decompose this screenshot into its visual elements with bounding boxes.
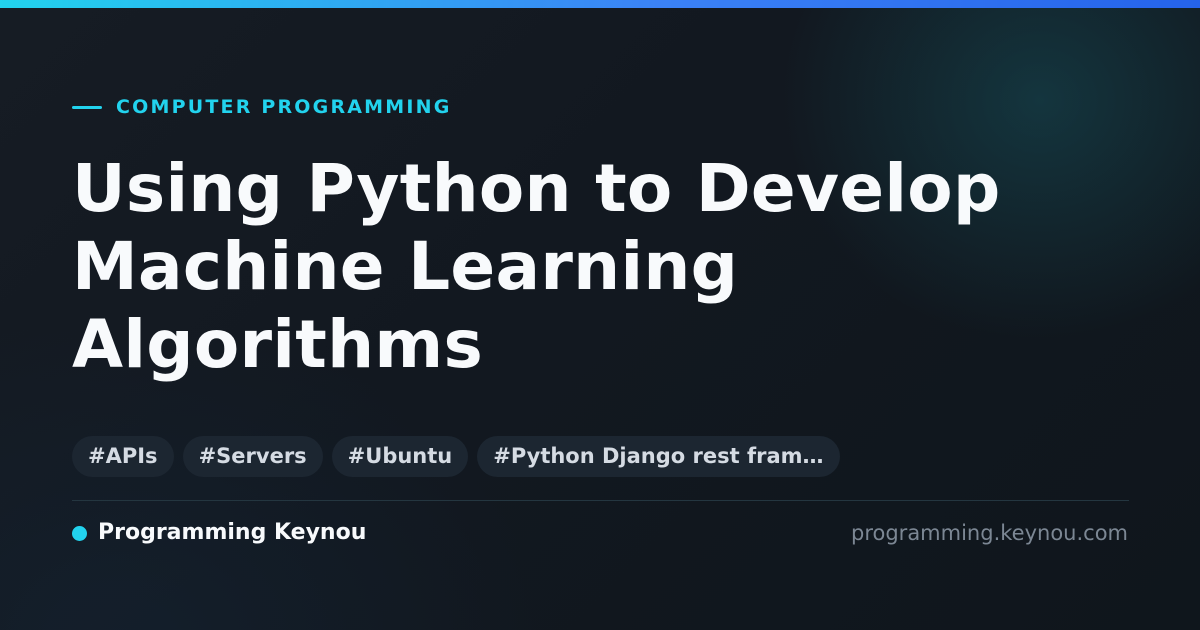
brand: Programming Keynou xyxy=(72,520,366,546)
tag-ubuntu[interactable]: #Ubuntu xyxy=(331,436,469,477)
social-card: COMPUTER PROGRAMMING Using Python to Dev… xyxy=(0,0,1200,630)
brand-dot-icon xyxy=(72,525,87,541)
tag-servers[interactable]: #Servers xyxy=(182,436,323,477)
category-accent-line xyxy=(72,105,102,109)
accent-gradient-bar xyxy=(0,0,1200,8)
tag-list: #APIs #Servers #Ubuntu #Python Django re… xyxy=(72,436,840,477)
brand-name: Programming Keynou xyxy=(98,520,367,545)
footer-divider xyxy=(72,500,1129,501)
tag-python-django-rest-framework[interactable]: #Python Django rest fram… xyxy=(477,436,840,477)
category-header: COMPUTER PROGRAMMING xyxy=(72,94,452,120)
site-url[interactable]: programming.keynou.com xyxy=(851,520,1128,546)
category-label: COMPUTER PROGRAMMING xyxy=(116,96,452,118)
article-title: Using Python to Develop Machine Learning… xyxy=(72,150,1001,383)
tag-apis[interactable]: #APIs xyxy=(72,436,174,477)
